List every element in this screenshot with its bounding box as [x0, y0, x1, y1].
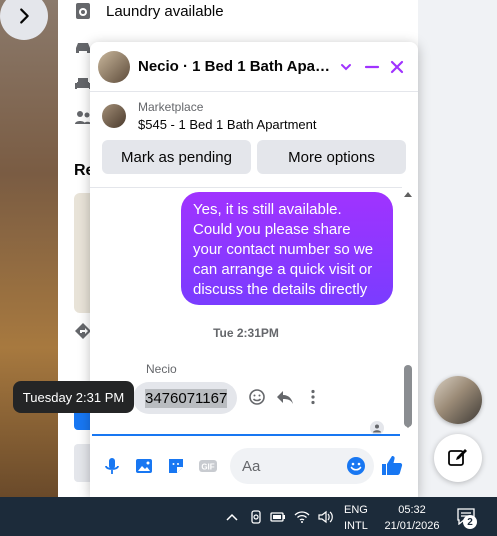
chat-title[interactable]: Necio · 1 Bed 1 Bath Apart… — [138, 58, 333, 75]
language-code: ENG — [344, 504, 368, 516]
listing-thumbnail — [102, 104, 126, 128]
chat-settings-button[interactable] — [333, 54, 359, 80]
image-icon — [136, 459, 152, 473]
send-like-button[interactable] — [380, 454, 404, 478]
composer: GIF Aa — [90, 446, 418, 486]
feature-laundry: Laundry available — [74, 2, 224, 20]
mark-pending-button[interactable]: Mark as pending — [102, 140, 251, 174]
close-chat-button[interactable] — [384, 54, 410, 80]
minimize-chat-button[interactable] — [359, 54, 385, 80]
svg-text:GIF: GIF — [201, 463, 214, 472]
person-icon — [373, 424, 381, 433]
listing-summary[interactable]: Marketplace $545 - 1 Bed 1 Bath Apartmen… — [90, 92, 418, 138]
washer-icon — [74, 2, 92, 20]
timestamp-tooltip: Tuesday 2:31 PM — [13, 381, 134, 413]
scroll-thumb[interactable] — [404, 365, 412, 427]
volume-icon[interactable] — [318, 509, 334, 525]
react-button[interactable] — [248, 388, 266, 406]
voice-clip-button[interactable] — [102, 456, 122, 476]
gif-button[interactable]: GIF — [198, 456, 218, 476]
device-icon[interactable] — [248, 509, 264, 525]
feature-label: Laundry available — [106, 2, 224, 20]
seen-indicator — [370, 421, 384, 435]
message-input[interactable]: Aa — [230, 448, 374, 484]
more-button[interactable] — [304, 388, 322, 406]
listing-title: $545 - 1 Bed 1 Bath Apartment — [138, 117, 317, 132]
message-thread: Yes, it is still available. Could you pl… — [90, 187, 402, 435]
chat-head-avatar[interactable] — [434, 376, 482, 424]
network-icon[interactable] — [294, 509, 310, 525]
arrow-up-icon — [404, 192, 412, 197]
more-vertical-icon — [311, 389, 315, 405]
scroll-up-button[interactable] — [402, 189, 414, 199]
input-language-indicator[interactable]: ENG INTL — [344, 502, 368, 534]
chat-header: Necio · 1 Bed 1 Bath Apart… — [90, 42, 418, 92]
sticker-button[interactable] — [166, 456, 186, 476]
scroll-track[interactable] — [402, 199, 414, 427]
background-photo — [0, 0, 60, 497]
incoming-message[interactable]: 3476071167 — [133, 382, 238, 414]
emoji-icon — [347, 457, 365, 475]
message-tools — [248, 388, 322, 406]
close-icon — [391, 60, 404, 73]
gif-icon: GIF — [199, 460, 217, 472]
reply-button[interactable] — [276, 388, 294, 406]
chat-window: Necio · 1 Bed 1 Bath Apart… Marketplace … — [90, 42, 418, 497]
battery-icon[interactable] — [270, 509, 286, 525]
avatar[interactable] — [98, 50, 130, 83]
chevron-right-icon — [20, 8, 29, 24]
more-options-button[interactable]: More options — [257, 140, 406, 174]
minimize-icon — [364, 65, 379, 68]
chevron-up-icon — [226, 513, 238, 521]
clock-time: 05:32 — [398, 504, 426, 516]
compose-icon — [448, 449, 467, 466]
emoji-button[interactable] — [346, 456, 366, 476]
chevron-down-icon — [340, 63, 351, 70]
taskbar: ENG INTL 05:32 21/01/2026 2 — [0, 497, 497, 536]
listing-actions: Mark as pending More options — [90, 138, 418, 174]
listing-source: Marketplace — [138, 100, 204, 114]
show-hidden-icons-button[interactable] — [224, 509, 240, 525]
sender-name: Necio — [146, 362, 177, 376]
notification-count-badge: 2 — [463, 515, 477, 529]
incoming-message-text: 3476071167 — [145, 388, 228, 408]
composer-focus-line — [92, 434, 400, 436]
time-separator: Tue 2:31PM — [213, 326, 279, 340]
keyboard-layout: INTL — [344, 520, 368, 532]
thumbs-up-icon — [382, 456, 403, 475]
microphone-icon — [105, 458, 119, 474]
clock[interactable]: 05:32 21/01/2026 — [380, 502, 444, 534]
attach-photo-button[interactable] — [134, 456, 154, 476]
outgoing-message[interactable]: Yes, it is still available. Could you pl… — [181, 192, 393, 305]
sticker-icon — [169, 459, 183, 473]
message-input-placeholder: Aa — [242, 457, 261, 475]
clock-date: 21/01/2026 — [384, 520, 440, 532]
smiley-icon — [249, 389, 265, 405]
new-message-button[interactable] — [434, 434, 482, 482]
reply-icon — [277, 391, 293, 404]
thread-scrollbar[interactable] — [402, 189, 414, 431]
